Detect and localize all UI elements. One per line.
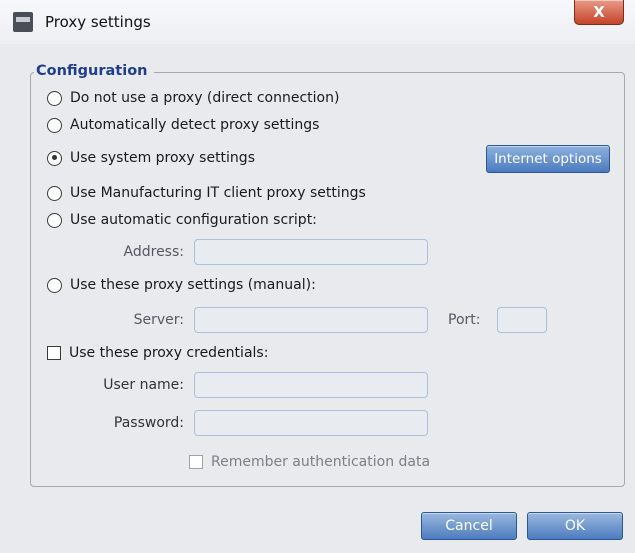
option-manual[interactable]: Use these proxy settings (manual): — [47, 277, 316, 293]
option-no-proxy-label: Do not use a proxy (direct connection) — [70, 90, 340, 106]
option-mit-client-label: Use Manufacturing IT client proxy settin… — [70, 185, 366, 201]
radio-manual[interactable] — [47, 277, 62, 293]
internet-options-button[interactable]: Internet options — [486, 145, 610, 173]
credentials-checkbox[interactable] — [47, 346, 61, 360]
radio-no-proxy[interactable] — [47, 90, 62, 106]
option-system-proxy-label: Use system proxy settings — [70, 150, 255, 166]
password-label: Password: — [113, 415, 184, 431]
server-input[interactable] — [194, 307, 428, 333]
address-label: Address: — [123, 244, 184, 260]
option-auto-script-label: Use automatic configuration script: — [70, 212, 317, 228]
cancel-button[interactable]: Cancel — [421, 512, 517, 540]
option-auto-script[interactable]: Use automatic configuration script: — [47, 212, 317, 228]
app-icon — [13, 12, 33, 32]
title-bar[interactable]: Proxy settings X — [0, 0, 635, 44]
close-button[interactable]: X — [574, 0, 624, 25]
password-input[interactable] — [194, 410, 428, 436]
option-no-proxy[interactable]: Do not use a proxy (direct connection) — [47, 90, 339, 106]
option-auto-detect[interactable]: Automatically detect proxy settings — [47, 117, 319, 133]
option-manual-label: Use these proxy settings (manual): — [70, 277, 316, 293]
option-mit-client[interactable]: Use Manufacturing IT client proxy settin… — [47, 185, 366, 201]
port-input[interactable] — [497, 307, 547, 333]
server-label: Server: — [133, 312, 184, 328]
port-label: Port: — [448, 312, 481, 328]
remember-label: Remember authentication data — [211, 454, 431, 470]
configuration-legend: Configuration — [34, 63, 154, 79]
radio-auto-script[interactable] — [47, 212, 62, 228]
username-input[interactable] — [194, 372, 428, 398]
option-remember[interactable]: Remember authentication data — [189, 454, 430, 470]
option-auto-detect-label: Automatically detect proxy settings — [70, 117, 320, 133]
radio-auto-detect[interactable] — [47, 117, 62, 133]
address-input[interactable] — [194, 239, 428, 265]
username-label: User name: — [103, 377, 184, 393]
window-title: Proxy settings — [45, 13, 151, 31]
option-credentials[interactable]: Use these proxy credentials: — [47, 345, 268, 361]
remember-checkbox[interactable] — [189, 455, 203, 469]
credentials-label: Use these proxy credentials: — [69, 345, 269, 361]
proxy-settings-dialog: Proxy settings X Configuration Do not us… — [0, 0, 635, 553]
radio-mit-client[interactable] — [47, 185, 62, 201]
close-icon: X — [593, 3, 605, 21]
radio-system-proxy[interactable] — [47, 150, 62, 166]
ok-button[interactable]: OK — [527, 512, 623, 540]
option-system-proxy[interactable]: Use system proxy settings — [47, 150, 255, 166]
